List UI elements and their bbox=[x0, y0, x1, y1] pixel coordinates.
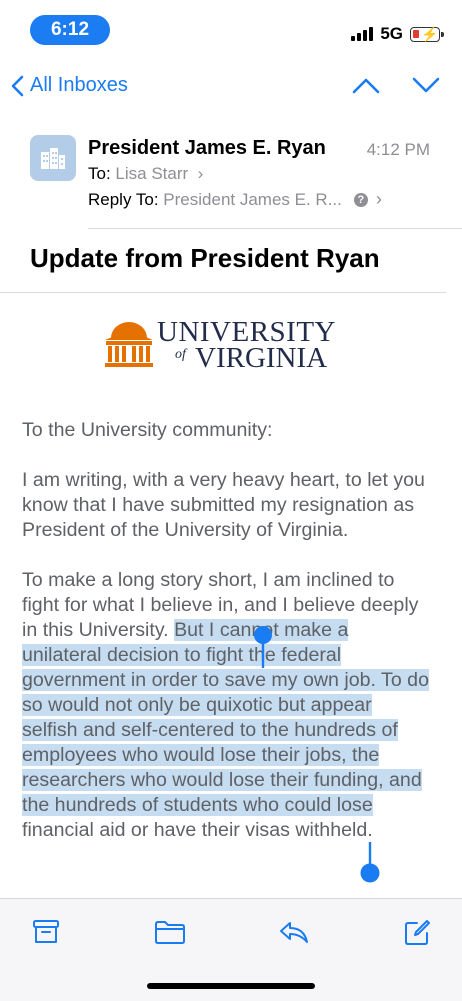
folder-icon[interactable] bbox=[154, 919, 186, 945]
building-icon bbox=[41, 148, 65, 169]
status-time: 6:12 bbox=[30, 15, 110, 45]
header-divider bbox=[88, 228, 462, 229]
to-label: To: bbox=[88, 164, 111, 183]
logo-of-text: of bbox=[175, 347, 186, 362]
previous-message-button[interactable] bbox=[352, 76, 380, 94]
body-paragraph: To the University community: bbox=[22, 419, 273, 441]
message-time: 4:12 PM bbox=[366, 140, 430, 159]
email-body[interactable]: To the University community: I am writin… bbox=[22, 418, 432, 868]
body-text: financial aid or have their visas withhe… bbox=[22, 819, 373, 841]
status-indicators: 5G ⚡ bbox=[351, 24, 444, 44]
recipient-name[interactable]: Lisa Starr bbox=[115, 164, 188, 183]
email-subject: Update from President Ryan bbox=[30, 243, 380, 273]
status-bar: 6:12 5G ⚡ bbox=[0, 0, 462, 56]
body-paragraph: To make a long story short, I am incline… bbox=[22, 568, 432, 843]
question-icon[interactable]: ? bbox=[353, 192, 368, 207]
university-logo: UNIVERSITY of VIRGINIA bbox=[103, 312, 343, 378]
chevron-right-icon: › bbox=[375, 189, 382, 209]
selected-text[interactable]: But I cannot make a unilateral decision … bbox=[22, 619, 429, 816]
back-label: All Inboxes bbox=[30, 74, 128, 96]
reply-icon[interactable] bbox=[278, 919, 310, 945]
reply-to-line[interactable]: Reply To: President James E. R... ? › bbox=[88, 189, 382, 210]
signal-icon bbox=[351, 27, 374, 41]
reply-to-address[interactable]: President James E. R... bbox=[163, 190, 342, 210]
subject-divider bbox=[0, 292, 446, 293]
back-button[interactable]: All Inboxes bbox=[10, 74, 128, 97]
recipient-line[interactable]: To: Lisa Starr › bbox=[88, 164, 203, 184]
next-message-button[interactable] bbox=[412, 76, 440, 94]
compose-icon[interactable] bbox=[403, 919, 431, 947]
message-header: President James E. Ryan 4:12 PM To: Lisa… bbox=[0, 120, 462, 228]
selection-end-handle[interactable] bbox=[359, 842, 381, 884]
chevron-left-icon bbox=[11, 75, 24, 96]
body-paragraph: I am writing, with a very heavy heart, t… bbox=[22, 469, 425, 541]
network-label: 5G bbox=[380, 24, 403, 43]
sender-name[interactable]: President James E. Ryan bbox=[88, 137, 326, 160]
avatar[interactable] bbox=[30, 135, 76, 181]
archive-icon[interactable] bbox=[32, 919, 60, 945]
selection-start-handle[interactable] bbox=[253, 625, 273, 669]
logo-virginia-text: VIRGINIA bbox=[195, 342, 328, 374]
rotunda-icon bbox=[105, 322, 153, 367]
chevron-right-icon: › bbox=[192, 164, 204, 183]
home-indicator[interactable] bbox=[147, 983, 315, 989]
mail-nav-bar: All Inboxes bbox=[0, 66, 462, 110]
reply-to-label: Reply To: bbox=[88, 189, 159, 209]
battery-icon: ⚡ bbox=[410, 26, 444, 42]
